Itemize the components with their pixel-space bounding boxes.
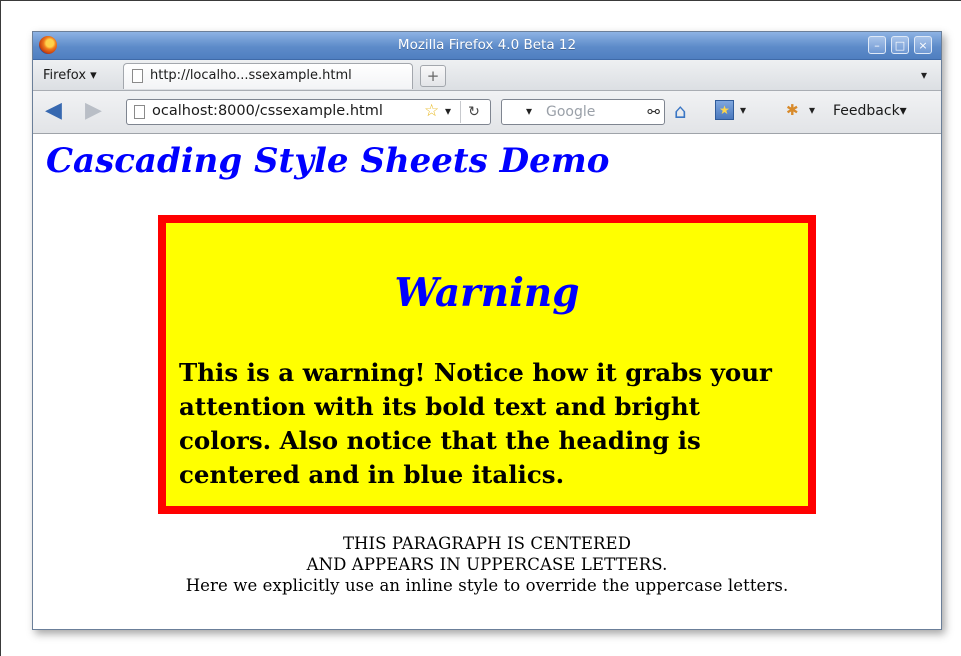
navigation-toolbar: ◀ ▶ ocalhost:8000/cssexample.html ☆ ▾ ↻ … [33,91,941,134]
feedback-icon[interactable]: ✱ [786,101,799,119]
centered-line: Here we explicitly use an inline style t… [185,576,789,595]
tab-active[interactable]: http://localho...ssexample.html [123,63,413,89]
page-edge-left [0,0,1,656]
feedback-dropdown-icon[interactable]: ▾ [809,103,815,117]
feedback-button[interactable]: Feedback▾ [833,103,907,119]
reload-icon[interactable]: ↻ [460,101,487,123]
url-text[interactable]: ocalhost:8000/cssexample.html [152,103,422,119]
page-content: Cascading Style Sheets Demo Warning This… [33,134,941,629]
close-button[interactable]: × [914,36,932,54]
page-icon [132,69,143,83]
forward-arrow-icon[interactable]: ▶ [85,100,102,122]
home-icon[interactable]: ⌂ [674,99,687,123]
window-title: Mozilla Firefox 4.0 Beta 12 [397,37,577,53]
warning-box: Warning This is a warning! Notice how it… [158,215,816,514]
tab-label: http://localho...ssexample.html [150,68,352,83]
minimize-button[interactable]: – [868,36,886,54]
page-edge-top [0,0,961,1]
bookmark-star-icon[interactable]: ☆ [424,101,439,121]
search-engine-dropdown-icon[interactable]: ▾ [526,104,532,118]
page-icon [134,105,145,119]
browser-window: Mozilla Firefox 4.0 Beta 12 – □ × Firefo… [32,31,942,630]
bookmarks-icon[interactable]: ★ [715,100,734,120]
firefox-menu-label: Firefox [43,68,87,83]
url-bar[interactable]: ocalhost:8000/cssexample.html ☆ ▾ ↻ [126,99,491,125]
bookmarks-dropdown-icon[interactable]: ▾ [740,103,746,117]
binoculars-icon[interactable]: ⚯ [647,103,660,121]
tab-bar: Firefox ▾ http://localho...ssexample.htm… [33,60,941,91]
firefox-menu-button[interactable]: Firefox ▾ [43,68,97,83]
warning-text: This is a warning! Notice how it grabs y… [179,358,772,489]
centered-line: AND APPEARS IN UPPERCASE LETTERS. [306,555,668,574]
maximize-button[interactable]: □ [891,36,909,54]
search-placeholder[interactable]: Google [546,104,595,120]
search-bar[interactable]: ▾ Google ⚯ [501,99,665,125]
warning-title: Warning [394,270,580,316]
centered-paragraph: THIS PARAGRAPH IS CENTERED AND APPEARS I… [33,533,941,596]
feedback-label: Feedback [833,103,900,119]
title-bar[interactable]: Mozilla Firefox 4.0 Beta 12 – □ × [33,32,941,60]
back-arrow-icon[interactable]: ◀ [45,100,62,122]
chevron-down-icon: ▾ [899,103,907,119]
url-history-dropdown-icon[interactable]: ▾ [445,104,451,118]
new-tab-button[interactable]: + [420,65,446,87]
page-title: Cascading Style Sheets Demo [46,141,610,181]
chevron-down-icon: ▾ [86,68,97,83]
tab-list-dropdown-icon[interactable]: ▾ [921,68,927,82]
centered-line: THIS PARAGRAPH IS CENTERED [342,534,632,553]
